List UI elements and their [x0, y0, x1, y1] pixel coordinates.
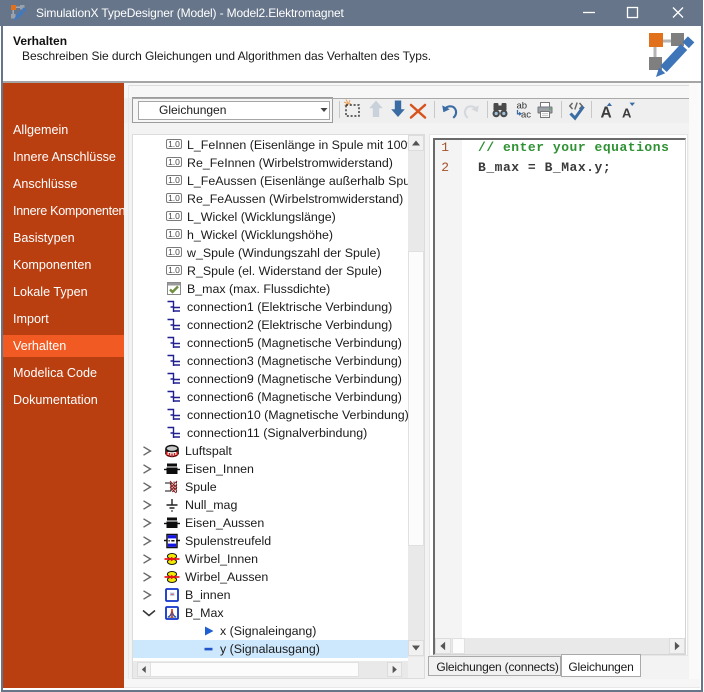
svg-text:1.0: 1.0	[168, 175, 180, 185]
svg-text:A: A	[622, 106, 632, 121]
svg-text:1.0: 1.0	[168, 265, 180, 275]
svg-text:ac: ac	[521, 110, 531, 120]
svg-text:1.0: 1.0	[168, 139, 180, 149]
svg-text:1.0: 1.0	[168, 229, 180, 239]
svg-text:A: A	[601, 105, 612, 121]
svg-text:1.0: 1.0	[168, 211, 180, 221]
svg-text:1.0: 1.0	[168, 193, 180, 203]
svg-text:1.0: 1.0	[168, 247, 180, 257]
svg-text:1.0: 1.0	[168, 157, 180, 167]
